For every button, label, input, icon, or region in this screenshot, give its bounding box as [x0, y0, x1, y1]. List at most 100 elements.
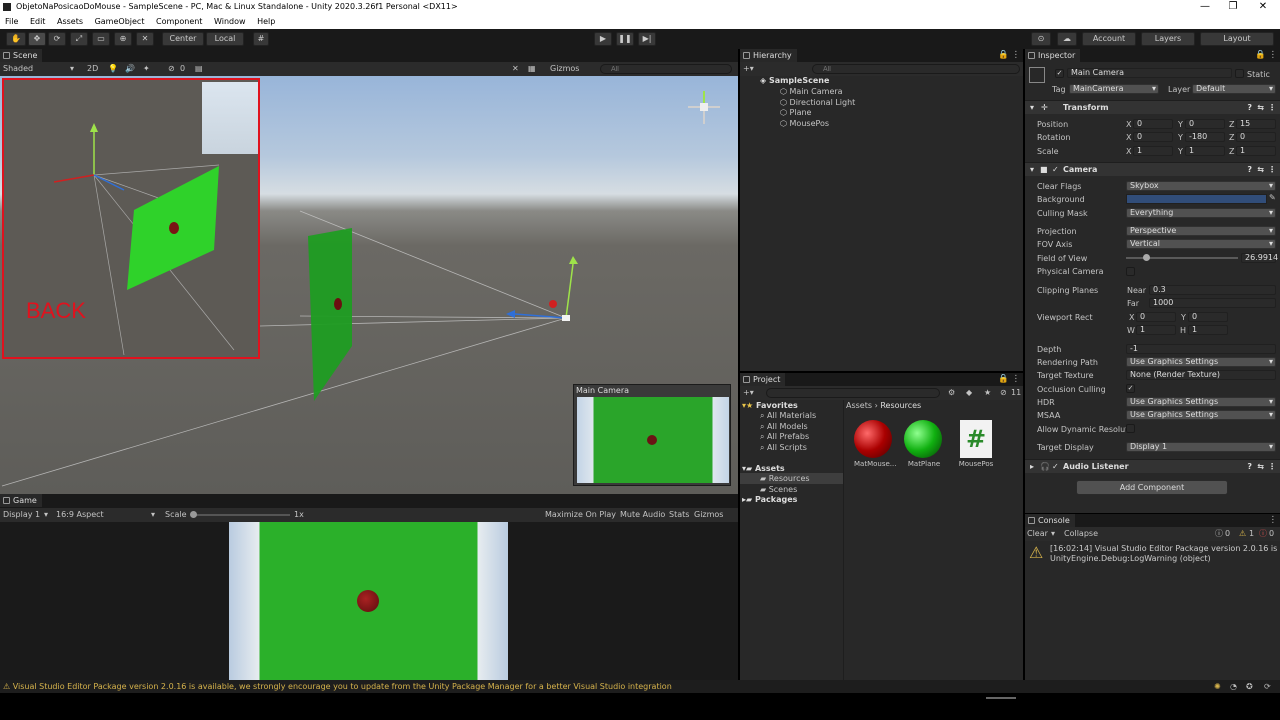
hand-tool-icon[interactable]: ✋: [6, 32, 26, 46]
scale-slider-handle[interactable]: [190, 511, 197, 518]
pivot-center-button[interactable]: Center: [162, 32, 204, 46]
layers-dropdown[interactable]: Layers: [1141, 32, 1195, 46]
tab-scene[interactable]: Scene: [0, 49, 43, 62]
asset-matplane[interactable]: MatPlane: [904, 420, 944, 468]
culling-mask-dropdown[interactable]: Everything: [1126, 208, 1276, 218]
audio-listener-checkbox[interactable]: ✓: [1052, 460, 1059, 474]
viewport-w-field[interactable]: 1: [1136, 325, 1176, 335]
transform-header[interactable]: ▾ ✛ Transform? ⇆ ⋮: [1025, 100, 1280, 114]
occlusion-culling-checkbox[interactable]: ✓: [1126, 384, 1135, 393]
scale-z-field[interactable]: 1: [1236, 146, 1276, 156]
mouse-pos-sphere[interactable]: [334, 298, 342, 310]
project-search-input[interactable]: [766, 388, 940, 398]
warning-count-icon[interactable]: ⚠: [1239, 527, 1246, 541]
transform-tool-icon[interactable]: ⊕: [114, 32, 132, 46]
menu-assets[interactable]: Assets: [57, 17, 83, 26]
rotation-z-field[interactable]: 0: [1236, 132, 1276, 142]
lighting-icon[interactable]: 💡: [108, 62, 118, 76]
msaa-dropdown[interactable]: Use Graphics Settings: [1126, 410, 1276, 420]
hidden-packages-icon[interactable]: ⊘: [1000, 386, 1007, 400]
asset-mousepos-script[interactable]: # MousePos: [956, 420, 996, 468]
info-count-icon[interactable]: ⓘ: [1215, 527, 1223, 541]
gizmos-dropdown[interactable]: Gizmos: [550, 62, 579, 76]
depth-field[interactable]: -1: [1126, 344, 1276, 354]
scale-slider[interactable]: [192, 514, 290, 516]
icon-size-slider[interactable]: [986, 697, 1016, 699]
packages-folder[interactable]: ▸▰ Packages: [742, 494, 797, 505]
minimize-button[interactable]: —: [1190, 0, 1220, 14]
hierarchy-item-plane[interactable]: ⬡ Plane: [780, 107, 811, 118]
rotate-tool-icon[interactable]: ⟳: [48, 32, 66, 46]
help-icon[interactable]: ?: [1247, 163, 1252, 177]
close-button[interactable]: ✕: [1248, 0, 1278, 14]
object-name-field[interactable]: Main Camera: [1067, 68, 1232, 78]
cloud-icon[interactable]: ☁: [1057, 32, 1077, 46]
stats-toggle[interactable]: Stats: [669, 508, 689, 522]
more-menu-icon[interactable]: ⋮: [1012, 374, 1021, 384]
camera-settings-icon[interactable]: ▤: [195, 62, 203, 76]
game-viewport[interactable]: [0, 522, 738, 680]
chevron-down-icon[interactable]: ▾: [70, 62, 74, 76]
tab-hierarchy[interactable]: Hierarchy: [740, 49, 797, 62]
auto-generate-lighting-icon[interactable]: ✺: [1214, 680, 1221, 693]
clear-button[interactable]: Clear: [1027, 527, 1048, 541]
more-menu-icon[interactable]: ⋮: [1012, 50, 1021, 60]
audio-listener-header[interactable]: ▸ 🎧 ✓ Audio Listener? ⇆ ⋮: [1025, 459, 1280, 473]
add-icon[interactable]: +▾: [743, 62, 754, 76]
menu-window[interactable]: Window: [214, 17, 246, 26]
more-menu-icon[interactable]: ⋮: [1269, 50, 1278, 60]
near-field[interactable]: 0.3: [1149, 285, 1276, 295]
status-bar[interactable]: ⚠ Visual Studio Editor Package version 2…: [0, 680, 1280, 693]
fov-axis-dropdown[interactable]: Vertical: [1126, 239, 1276, 249]
services-icon[interactable]: ⊙: [1031, 32, 1051, 46]
plane-object[interactable]: [308, 228, 352, 401]
viewport-h-field[interactable]: 1: [1188, 325, 1228, 335]
add-icon[interactable]: +▾: [743, 386, 754, 400]
camera-enabled-checkbox[interactable]: ✓: [1052, 163, 1059, 177]
viewport-x-field[interactable]: 0: [1136, 312, 1176, 322]
menu-component[interactable]: Component: [156, 17, 202, 26]
clear-flags-dropdown[interactable]: Skybox: [1126, 181, 1276, 191]
collab-icon[interactable]: ⟳: [1264, 680, 1271, 693]
effects-icon[interactable]: ✦: [143, 62, 150, 76]
pause-button-icon[interactable]: ❚❚: [616, 32, 634, 46]
play-button-icon[interactable]: ▶: [594, 32, 612, 46]
scene-viewport[interactable]: BACK Main Camera: [0, 76, 738, 494]
filter-label-icon[interactable]: ◆: [966, 386, 972, 400]
audio-icon[interactable]: 🔊: [125, 62, 135, 76]
more-menu-icon[interactable]: ⋮: [1269, 515, 1278, 525]
position-x-field[interactable]: 0: [1133, 119, 1173, 129]
camera-gizmo-icon[interactable]: [562, 315, 570, 321]
tab-game[interactable]: Game: [0, 494, 42, 507]
hdr-dropdown[interactable]: Use Graphics Settings: [1126, 397, 1276, 407]
tab-inspector[interactable]: Inspector: [1025, 49, 1081, 62]
scale-x-field[interactable]: 1: [1133, 146, 1173, 156]
rotation-y-field[interactable]: -180: [1185, 132, 1225, 142]
static-checkbox[interactable]: [1235, 69, 1244, 78]
hierarchy-search-input[interactable]: [812, 64, 1020, 74]
scene-search-input[interactable]: [600, 64, 732, 74]
display-dropdown[interactable]: Display 1: [3, 508, 40, 522]
collapse-toggle[interactable]: Collapse: [1064, 527, 1098, 541]
tools-icon[interactable]: ✕: [512, 62, 519, 76]
mute-audio-toggle[interactable]: Mute Audio: [620, 508, 665, 522]
fov-slider-handle[interactable]: [1143, 254, 1150, 261]
layout-dropdown[interactable]: Layout: [1200, 32, 1274, 46]
dynamic-resolution-checkbox[interactable]: [1126, 424, 1135, 433]
preset-icon[interactable]: ⇆: [1257, 101, 1264, 115]
target-texture-field[interactable]: None (Render Texture): [1126, 370, 1276, 380]
help-icon[interactable]: ?: [1247, 460, 1252, 474]
lock-icon[interactable]: 🔒: [998, 50, 1009, 60]
fav-all-prefabs[interactable]: ⌕ All Prefabs: [760, 431, 809, 442]
preset-icon[interactable]: ⇆: [1257, 163, 1264, 177]
rotation-x-field[interactable]: 0: [1133, 132, 1173, 142]
lock-icon[interactable]: 🔒: [998, 374, 1009, 384]
grid-snap-icon[interactable]: #: [253, 32, 269, 46]
menu-file[interactable]: File: [5, 17, 18, 26]
fav-all-materials[interactable]: ⌕ All Materials: [760, 410, 816, 421]
camera-header[interactable]: ▾ ■ ✓ Camera? ⇆ ⋮: [1025, 162, 1280, 176]
tab-console[interactable]: Console: [1025, 514, 1075, 527]
account-dropdown[interactable]: Account: [1082, 32, 1136, 46]
menu-gameobject[interactable]: GameObject: [95, 17, 145, 26]
step-button-icon[interactable]: ▶|: [638, 32, 656, 46]
